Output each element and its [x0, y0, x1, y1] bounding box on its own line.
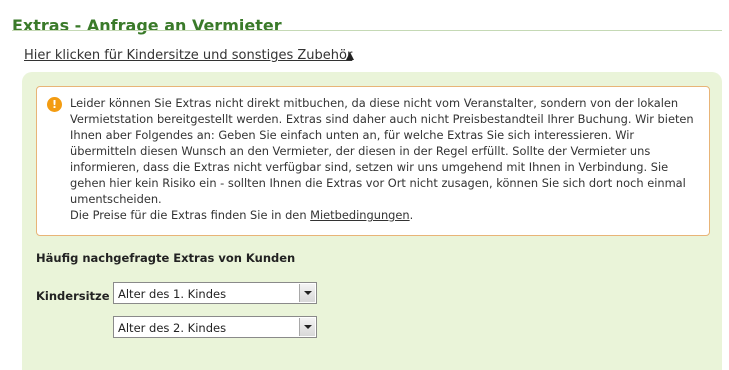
extras-toggle-link[interactable]: Hier klicken für Kindersitze und sonstig…: [24, 48, 352, 63]
info-notice-box: ! Leider können Sie Extras nicht direkt …: [36, 86, 710, 236]
notice-prices-suffix: .: [409, 208, 414, 222]
title-divider: [12, 30, 722, 31]
notice-prices-line: Die Preise für die Extras finden Sie in …: [70, 207, 702, 223]
notice-paragraph: Leider können Sie Extras nicht direkt mi…: [70, 96, 694, 206]
info-icon: !: [47, 97, 62, 112]
child1-age-value: Alter des 1. Kindes: [118, 287, 227, 301]
section-title: Extras - Anfrage an Vermieter: [12, 16, 282, 35]
mietbedingungen-link[interactable]: Mietbedingungen: [310, 208, 409, 222]
chevron-down-icon[interactable]: [299, 318, 315, 336]
chevron-down-icon[interactable]: [299, 284, 315, 302]
triangle-up-icon[interactable]: [346, 52, 354, 60]
notice-prices-prefix: Die Preise für die Extras finden Sie in …: [70, 208, 311, 222]
child2-age-select[interactable]: Alter des 2. Kindes: [113, 316, 317, 338]
kindersitze-label: Kindersitze: [36, 289, 110, 303]
notice-text: Leider können Sie Extras nicht direkt mi…: [70, 95, 702, 223]
child1-age-select[interactable]: Alter des 1. Kindes: [113, 282, 317, 304]
child2-age-value: Alter des 2. Kindes: [118, 321, 227, 335]
extras-heading: Häufig nachgefragte Extras von Kunden: [36, 251, 296, 265]
